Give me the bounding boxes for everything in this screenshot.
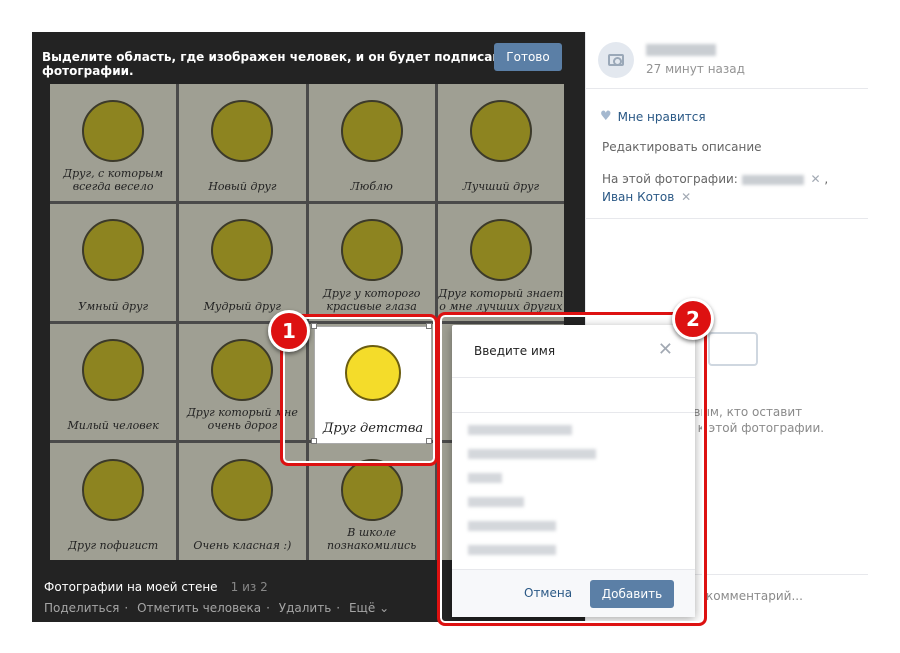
sticker-label: Лучший друг: [462, 179, 540, 193]
camera-icon: [608, 54, 624, 66]
tagged-people: На этой фотографии: ✕ , Иван Котов ✕: [602, 172, 829, 204]
sticker-face-icon: [211, 219, 274, 282]
heart-icon: ♥: [600, 109, 612, 124]
sticker-face-icon: [82, 458, 145, 521]
sticker-label: Умный друг: [78, 299, 149, 313]
sticker-face-icon: [82, 99, 145, 162]
photo-footer: Фотографии на моей стене 1 из 2 Поделить…: [44, 580, 390, 615]
on-photo-label: На этой фотографии:: [602, 172, 738, 186]
sticker-label: Друг у которого красивые глаза: [322, 286, 421, 313]
sticker-label: Друг, с которым всегда весело: [63, 166, 164, 193]
remove-tag-icon[interactable]: ✕: [681, 190, 691, 204]
sticker-face-icon: [469, 219, 532, 282]
sticker-face-icon: [82, 339, 145, 402]
sticker-cell: Люблю: [308, 84, 435, 201]
sticker-face-icon: [211, 458, 274, 521]
sticker-cell: Мудрый друг: [179, 203, 306, 321]
sticker-face-icon: [211, 99, 274, 162]
album-title[interactable]: Фотографии на моей стене: [44, 580, 218, 594]
sticker-cell: Друг у которого красивые глаза: [308, 203, 435, 321]
tagged-person[interactable]: Иван Котов: [602, 190, 674, 204]
delete-link[interactable]: Удалить: [279, 601, 332, 615]
comment-input[interactable]: комментарий...: [706, 589, 803, 603]
annotation-marker-1: 1: [268, 310, 310, 352]
sticker-cell: Друг, с которым всегда весело: [50, 84, 177, 201]
speech-bubble-icon: [708, 332, 758, 366]
sticker-cell: Новый друг: [179, 84, 306, 201]
photo-counter: 1 из 2: [230, 580, 268, 594]
tagged-person-blurred[interactable]: [741, 174, 804, 185]
sticker-face-icon: [340, 99, 403, 162]
sticker-face-icon: [469, 99, 532, 162]
sticker-label: Очень класная :): [193, 539, 292, 552]
sticker-cell: Друг пофигист: [50, 443, 177, 560]
edit-description-link[interactable]: Редактировать описание: [602, 140, 762, 154]
done-button[interactable]: Готово: [494, 43, 562, 71]
sticker-cell: Друг который знает о мне лучших других: [437, 203, 564, 321]
sticker-cell: Милый человек: [50, 323, 177, 441]
sticker-face-icon: [340, 219, 403, 282]
sticker-face-icon: [82, 219, 145, 282]
tag-person-link[interactable]: Отметить человека: [137, 601, 261, 615]
annotation-box-2: [437, 312, 707, 626]
sticker-label: Милый человек: [67, 419, 159, 433]
sticker-cell: Лучший друг: [437, 84, 564, 201]
post-time[interactable]: 27 минут назад: [646, 62, 745, 76]
like-button[interactable]: ♥ Мне нравится: [600, 109, 706, 124]
sticker-label: Друг который знает о мне лучших других: [438, 286, 564, 313]
remove-tag-icon[interactable]: ✕: [811, 172, 821, 186]
divider: [586, 88, 868, 89]
sticker-face-icon: [340, 458, 403, 521]
like-label: Мне нравится: [617, 109, 706, 124]
sticker-label: Друг пофигист: [68, 539, 159, 552]
divider: [586, 218, 868, 219]
annotation-marker-2: 2: [672, 298, 714, 340]
sticker-label: Новый друг: [208, 179, 277, 193]
more-link[interactable]: Ещё: [349, 601, 375, 615]
sticker-label: Люблю: [350, 179, 393, 193]
share-link[interactable]: Поделиться: [44, 601, 119, 615]
sticker-face-icon: [211, 339, 274, 402]
chevron-down-icon: ⌄: [379, 601, 390, 615]
sticker-cell: Умный друг: [50, 203, 177, 321]
avatar[interactable]: [598, 42, 634, 78]
sticker-label: В школе познакомились: [327, 526, 417, 552]
author-name[interactable]: [646, 44, 716, 56]
